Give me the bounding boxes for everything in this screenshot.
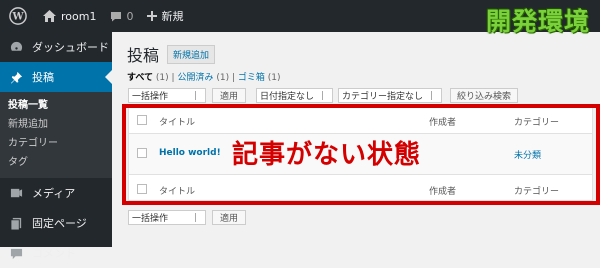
comment-icon <box>8 245 24 261</box>
menu-item-posts[interactable]: 投稿 <box>0 62 112 92</box>
apply-button-top[interactable]: 適用 <box>212 88 246 103</box>
menu-item-label: 投稿 <box>32 71 54 84</box>
pin-icon <box>8 69 24 85</box>
filter-trash-count: (1) <box>267 73 281 83</box>
menu-item-media[interactable]: メディア <box>0 178 112 208</box>
main-content: 投稿 新規追加 すべて (1) | 公開済み (1) | ゴミ箱 (1) 一括操… <box>112 32 600 247</box>
site-name-label: room1 <box>61 9 97 23</box>
menu-item-comments[interactable]: コメント <box>0 238 112 268</box>
menu-item-label: メディア <box>32 187 76 200</box>
filter-button[interactable]: 絞り込み検索 <box>450 88 518 103</box>
bulk-actions-value: 一括操作 <box>132 214 169 224</box>
date-filter-value: 日付指定なし <box>260 92 315 102</box>
comments-count: 0 <box>126 9 134 23</box>
chevron-down-icon <box>431 91 439 100</box>
wordpress-logo-icon[interactable]: W <box>0 0 36 32</box>
title-row: 投稿 新規追加 <box>127 42 216 66</box>
admin-bar: W room1 0 新規 開発環境 <box>0 0 600 36</box>
bulk-actions-select-bottom[interactable]: 一括操作 <box>128 210 206 225</box>
dashboard-icon <box>8 39 24 55</box>
menu-item-pages[interactable]: 固定ページ <box>0 208 112 238</box>
home-icon <box>43 10 56 22</box>
filter-published-count: (1) <box>216 73 230 83</box>
bulk-actions-select-top[interactable]: 一括操作 <box>128 88 206 103</box>
page-icon <box>8 215 24 231</box>
status-filter-links: すべて (1) | 公開済み (1) | ゴミ箱 (1) <box>127 70 281 83</box>
plus-icon <box>147 11 158 21</box>
chevron-down-icon <box>195 91 203 100</box>
filter-separator: | <box>231 73 235 83</box>
site-name-link[interactable]: room1 <box>36 0 103 32</box>
bulk-actions-value: 一括操作 <box>132 92 169 102</box>
comment-bubble-icon <box>111 11 122 21</box>
media-icon <box>8 185 24 201</box>
submenu-item-categories[interactable]: カテゴリー <box>0 134 112 153</box>
category-filter-value: カテゴリー指定なし <box>342 92 424 102</box>
filter-all-count: (1) <box>155 73 169 83</box>
filter-published-link[interactable]: 公開済み <box>177 73 213 83</box>
new-label: 新規 <box>161 10 184 23</box>
submenu-item-add-new[interactable]: 新規追加 <box>0 115 112 134</box>
filter-trash-link[interactable]: ゴミ箱 <box>238 73 265 83</box>
comments-link[interactable]: 0 <box>103 0 140 32</box>
chevron-down-icon <box>195 213 203 222</box>
menu-item-label: ダッシュボード <box>32 41 109 54</box>
new-content-link[interactable]: 新規 <box>140 0 190 32</box>
date-filter-select[interactable]: 日付指定なし <box>256 88 333 103</box>
menu-item-label: コメント <box>32 247 76 260</box>
submenu-item-tags[interactable]: タグ <box>0 153 112 172</box>
apply-button-bottom[interactable]: 適用 <box>212 210 246 225</box>
svg-text:W: W <box>11 12 24 23</box>
filter-all-link[interactable]: すべて <box>127 73 153 83</box>
posts-submenu: 投稿一覧 新規追加 カテゴリー タグ <box>0 92 112 178</box>
category-filter-select[interactable]: カテゴリー指定なし <box>338 88 442 103</box>
page-title: 投稿 <box>127 46 160 65</box>
annotation-text: 記事がない状態 <box>232 140 422 170</box>
chevron-down-icon <box>322 91 330 100</box>
menu-item-label: 固定ページ <box>32 217 87 230</box>
filter-separator: | <box>171 73 175 83</box>
submenu-item-all-posts[interactable]: 投稿一覧 <box>0 96 112 115</box>
admin-sidebar: ダッシュボード 投稿 投稿一覧 新規追加 カテゴリー タグ メディア 固定ページ… <box>0 32 112 260</box>
add-new-button[interactable]: 新規追加 <box>167 44 216 64</box>
menu-item-dashboard[interactable]: ダッシュボード <box>0 32 112 62</box>
